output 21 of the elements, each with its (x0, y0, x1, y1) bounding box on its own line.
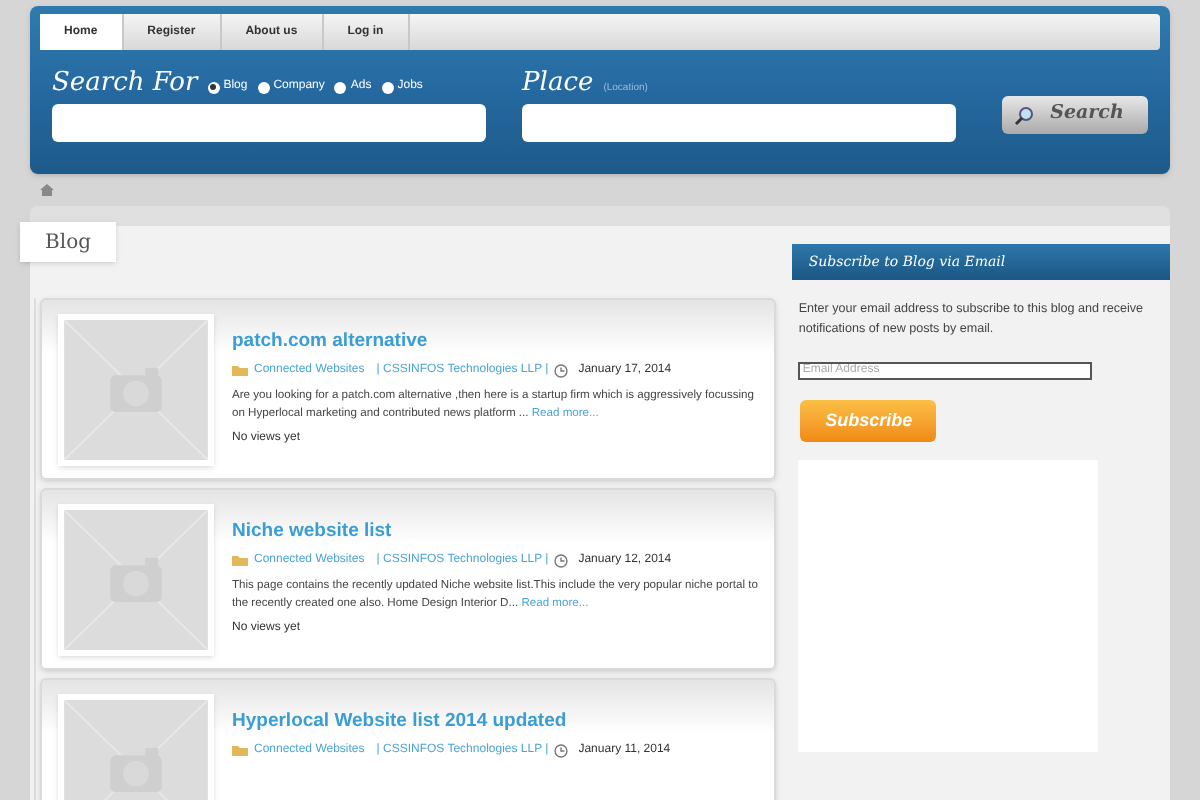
subscribe-button[interactable]: Subscribe (800, 400, 937, 443)
post-title[interactable]: patch.com alternative (232, 330, 759, 354)
place-label: Place (522, 70, 594, 96)
home-icon (40, 184, 54, 196)
radio-button[interactable] (334, 81, 347, 93)
search-icon (1014, 105, 1035, 125)
folder-icon (232, 744, 248, 757)
folder-icon (232, 364, 248, 377)
clock-icon (554, 743, 569, 758)
place-field[interactable] (522, 104, 957, 142)
radio-button[interactable] (381, 81, 394, 93)
folder-icon (232, 554, 248, 567)
post-title[interactable]: Niche website list (232, 520, 759, 544)
search-label: Search For (52, 70, 198, 96)
radio-button[interactable] (257, 81, 270, 93)
clock-icon (554, 363, 569, 378)
radio-button[interactable] (207, 81, 220, 93)
search-button[interactable]: Search (1002, 96, 1148, 134)
clock-icon (554, 553, 569, 568)
post-title[interactable]: Hyperlocal Website list 2014 updated (232, 710, 671, 734)
search-field[interactable] (52, 104, 487, 142)
